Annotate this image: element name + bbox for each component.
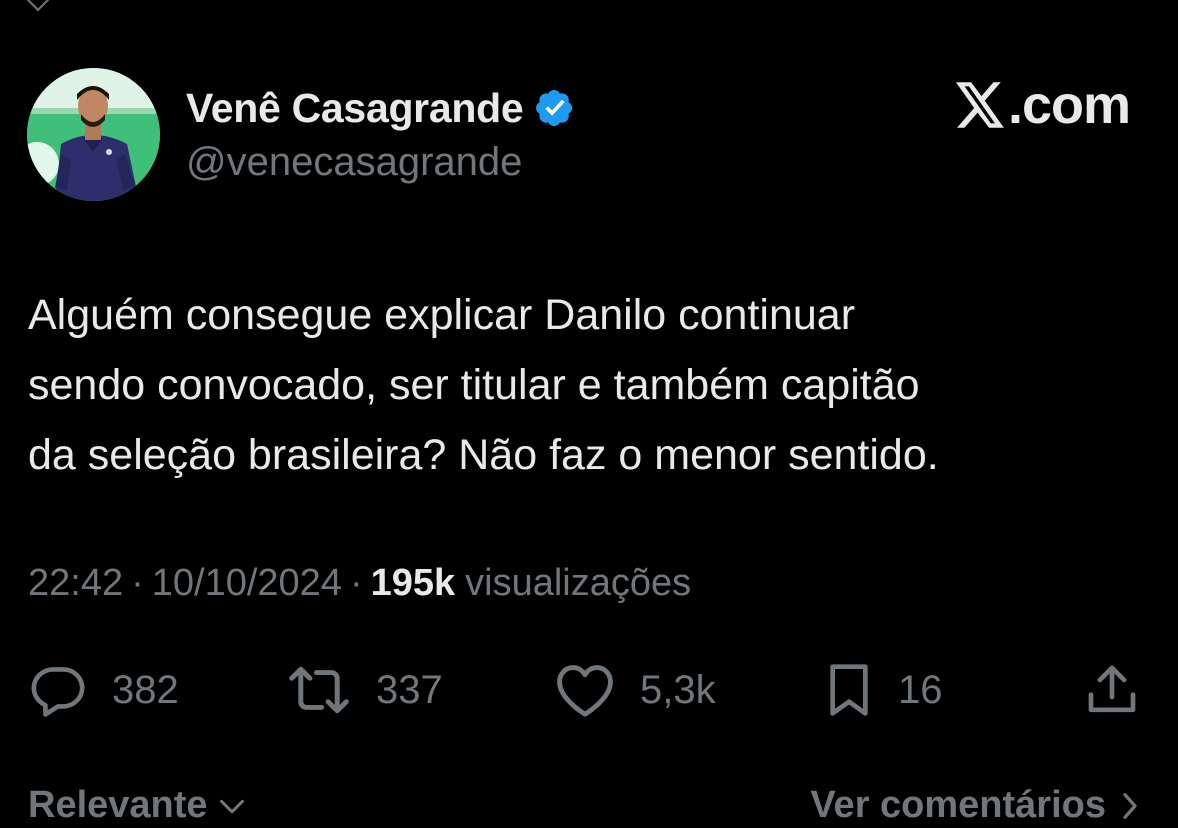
tweet-text: Alguém consegue explicar Danilo continua… <box>28 291 939 479</box>
see-comments-label: Ver comentários <box>810 784 1106 826</box>
verified-badge-icon <box>536 90 573 126</box>
bookmark-icon <box>830 664 868 716</box>
like-button[interactable]: 5,3k <box>554 658 716 722</box>
reply-button[interactable]: 382 <box>28 658 179 722</box>
bookmark-button[interactable]: 16 <box>824 658 943 722</box>
share-icon <box>1088 665 1136 713</box>
action-bar: 382 337 5,3k 16 <box>28 658 1148 722</box>
meta-separator: · <box>349 562 363 604</box>
like-count: 5,3k <box>640 667 716 712</box>
reply-icon <box>31 667 85 717</box>
avatar-photo <box>27 68 160 201</box>
sort-dropdown[interactable]: Relevante <box>28 784 246 827</box>
back-chevron-icon[interactable] <box>26 0 50 12</box>
reply-count: 382 <box>112 667 179 712</box>
retweet-button[interactable]: 337 <box>286 658 443 722</box>
tweet-date[interactable]: 10/10/2024 <box>152 562 342 605</box>
x-logo-icon <box>955 82 1004 128</box>
meta-separator: · <box>131 562 144 604</box>
avatar[interactable] <box>27 68 160 201</box>
chevron-right-icon <box>1123 792 1137 819</box>
retweet-count: 337 <box>376 667 443 712</box>
chevron-down-icon <box>219 799 244 813</box>
brand-text: .com <box>1007 75 1131 135</box>
heart-icon <box>557 665 613 717</box>
sort-label: Relevante <box>28 784 208 826</box>
tweet-meta: 22:42 · 10/10/2024 · 195k visualizações <box>28 562 691 605</box>
bottom-bar: Relevante Ver comentários <box>28 784 1140 828</box>
x-com-brand: .com <box>954 75 1131 135</box>
views-label: visualizações <box>465 562 692 604</box>
author-handle[interactable]: @venecasagrande <box>186 140 522 185</box>
views-count: 195k <box>370 562 456 604</box>
author-name-row[interactable]: Venê Casagrande <box>186 82 575 134</box>
see-comments-link[interactable]: Ver comentários <box>810 784 1140 827</box>
tweet-time[interactable]: 22:42 <box>28 562 123 605</box>
display-name[interactable]: Venê Casagrande <box>186 85 524 132</box>
tweet-screen: Venê Casagrande @venecasagrande .com Alg… <box>0 0 1178 828</box>
share-button[interactable] <box>1084 658 1140 722</box>
retweet-icon <box>289 666 349 714</box>
bookmark-count: 16 <box>898 667 943 712</box>
